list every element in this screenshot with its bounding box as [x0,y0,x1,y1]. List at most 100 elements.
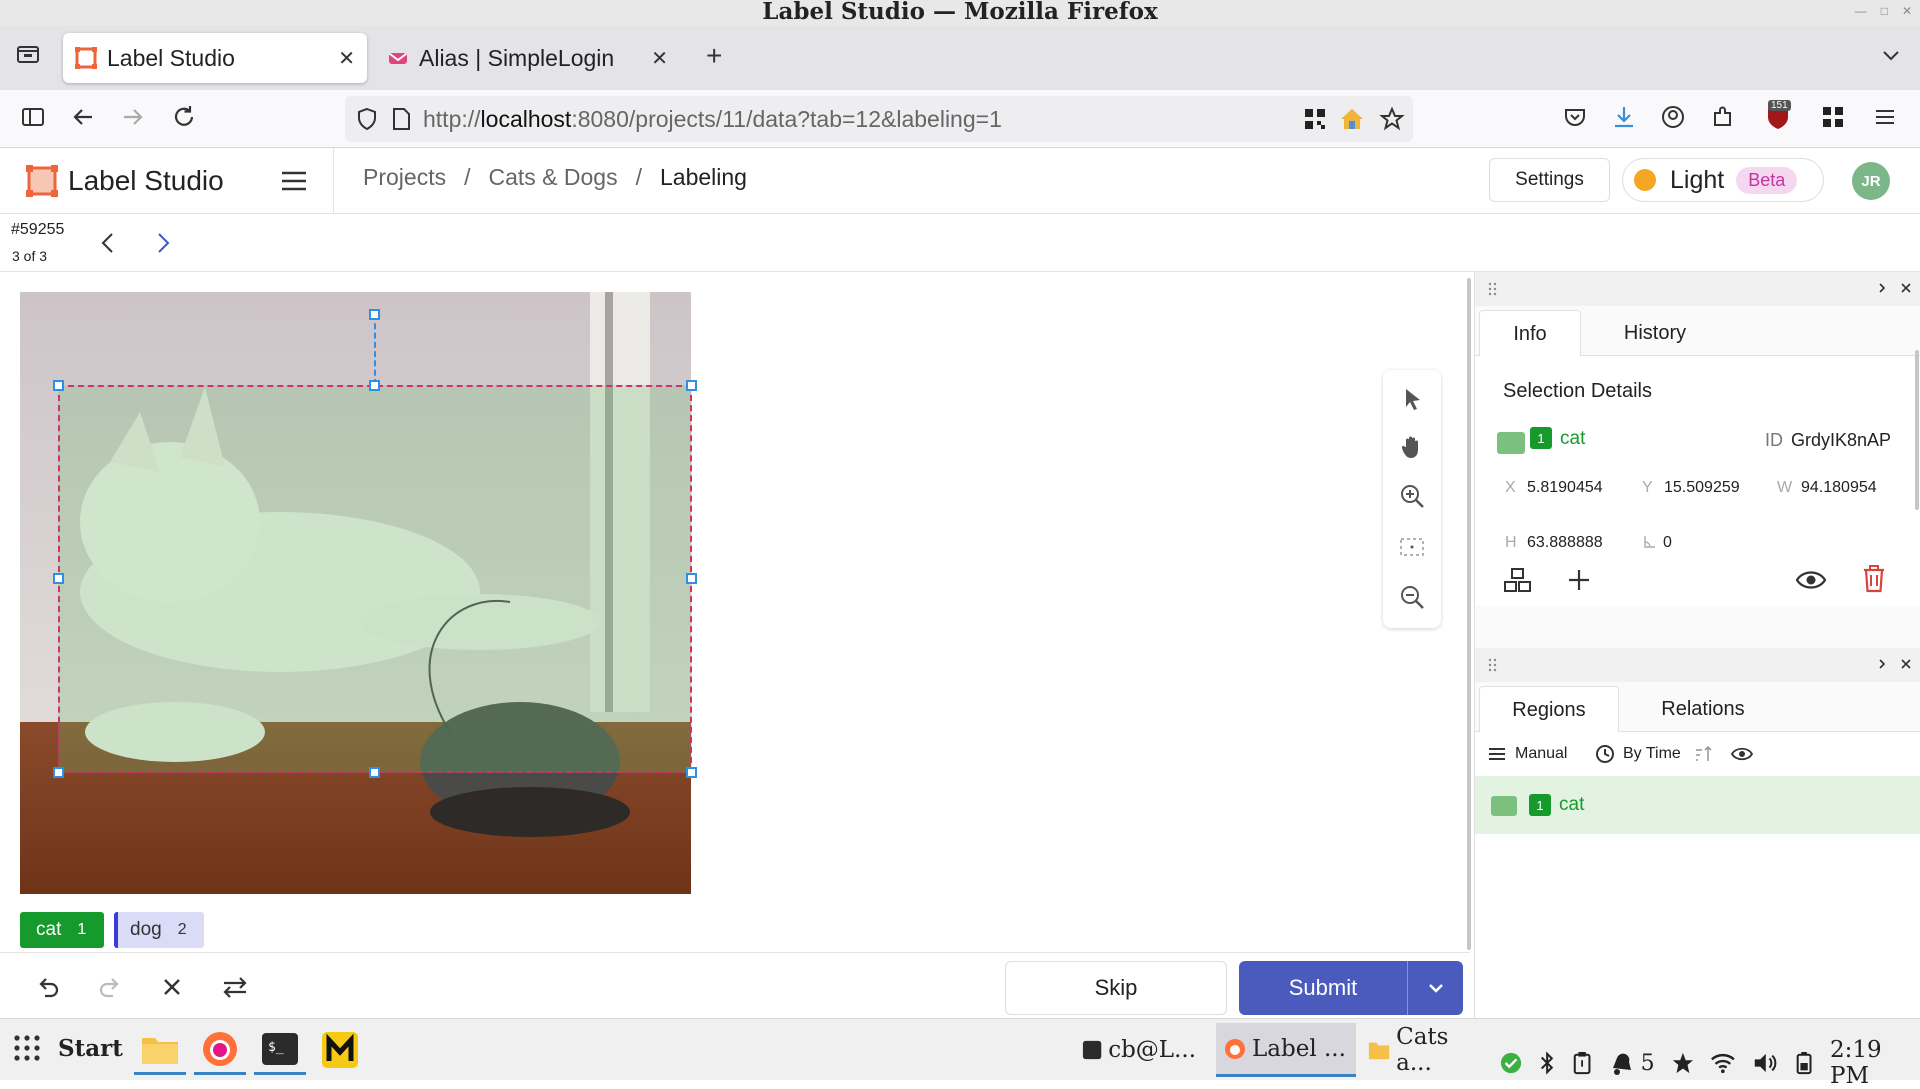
theme-toggle[interactable]: Light Beta [1622,158,1824,202]
resize-handle[interactable] [686,380,697,391]
app-menu-icon[interactable] [1872,104,1902,134]
forward-icon[interactable] [120,104,150,134]
submit-options-chevron-icon[interactable] [1408,978,1463,998]
settings-button[interactable]: Settings [1489,158,1610,202]
extensions-puzzle-icon[interactable] [1710,104,1740,134]
tab-regions[interactable]: Regions [1479,686,1619,733]
coord-h-input[interactable]: 63.888888 [1527,534,1622,552]
collapse-panel-icon[interactable] [1875,656,1889,672]
sort-direction-icon[interactable] [1693,744,1713,764]
coord-angle-input[interactable]: 0 [1663,534,1693,552]
list-item[interactable]: 1 cat [1475,776,1920,834]
main-menu-icon[interactable] [280,167,308,195]
sort-by-time-button[interactable]: By Time [1595,744,1681,764]
panel-scrollbar[interactable] [1915,350,1919,510]
sort-manual-button[interactable]: Manual [1487,744,1567,764]
mail-app-icon[interactable] [314,1025,366,1075]
close-panel-icon[interactable] [1899,656,1913,672]
pan-hand-icon[interactable] [1398,433,1426,461]
zoom-in-icon[interactable] [1398,482,1426,510]
visibility-eye-icon[interactable] [1795,566,1827,594]
tab-history[interactable]: History [1581,310,1729,357]
swap-arrows-icon[interactable] [221,973,249,1001]
notifications-indicator[interactable]: 5 [1609,1050,1655,1076]
coord-w-input[interactable]: 94.180954 [1801,479,1896,497]
zoom-to-fit-icon[interactable] [1398,533,1426,561]
ublock-icon[interactable]: 151 [1764,100,1794,130]
tab-overview-icon[interactable] [14,40,42,68]
canvas-scrollbar[interactable] [1467,278,1471,950]
resize-handle[interactable] [686,573,697,584]
taskbar-window-firefox[interactable]: Label ... [1216,1023,1356,1077]
breadcrumb-project[interactable]: Cats & Dogs [488,164,617,191]
resize-handle[interactable] [369,380,380,391]
list-all-tabs-icon[interactable] [1880,44,1902,66]
account-icon[interactable] [1660,104,1690,134]
toggle-all-visibility-eye-icon[interactable] [1731,744,1753,764]
tab-simplelogin[interactable]: Alias | SimpleLogin ✕ [375,33,680,83]
close-tab-icon[interactable]: ✕ [651,46,668,71]
resize-handle[interactable] [53,573,64,584]
collapse-panel-icon[interactable] [1875,280,1889,296]
check-icon[interactable] [1500,1051,1522,1075]
close-panel-icon[interactable] [1899,280,1913,296]
extension-grid-icon[interactable] [1820,104,1850,134]
tracking-protection-shield-icon[interactable] [355,107,379,131]
resize-handle[interactable] [53,380,64,391]
label-chip-dog[interactable]: dog 2 [114,912,204,948]
redo-icon[interactable] [96,973,124,1001]
resize-handle[interactable] [53,767,64,778]
breadcrumb-projects[interactable]: Projects [363,164,446,191]
skip-button[interactable]: Skip [1005,961,1227,1015]
resize-handle[interactable] [686,767,697,778]
home-extension-icon[interactable] [1339,106,1365,132]
maximize-button[interactable]: □ [1881,4,1888,18]
wifi-icon[interactable] [1710,1051,1736,1075]
label-chip-cat[interactable]: cat 1 [20,912,104,948]
drag-handle-icon[interactable] [1487,281,1501,297]
zoom-out-icon[interactable] [1398,583,1426,611]
bluetooth-icon[interactable] [1538,1050,1556,1076]
prev-task-icon[interactable] [97,230,119,256]
tab-relations[interactable]: Relations [1619,686,1787,733]
close-tab-icon[interactable]: ✕ [338,46,355,71]
relations-link-icon[interactable] [1501,564,1533,596]
app-logo[interactable]: Label Studio [26,165,224,197]
undo-icon[interactable] [34,973,62,1001]
select-pointer-icon[interactable] [1398,385,1426,413]
qr-code-icon[interactable] [1303,107,1327,131]
new-tab-icon[interactable]: + [706,40,722,72]
clipboard-icon[interactable] [1572,1050,1592,1076]
region-bbox-cat[interactable] [58,385,692,773]
sidebar-toggle-icon[interactable] [20,104,50,134]
add-meta-plus-icon[interactable] [1565,566,1593,594]
downloads-icon[interactable] [1611,104,1641,134]
volume-icon[interactable] [1752,1050,1778,1076]
tab-info[interactable]: Info [1479,310,1581,357]
star-icon[interactable] [1671,1050,1695,1076]
close-window-button[interactable]: ✕ [1902,4,1912,18]
coord-y-input[interactable]: 15.509259 [1664,479,1759,497]
minimize-button[interactable]: — [1855,4,1867,18]
tab-label-studio[interactable]: Label Studio ✕ [63,33,367,83]
page-info-icon[interactable] [391,107,411,131]
taskbar-window-terminal[interactable]: cb@L... [1074,1023,1204,1077]
firefox-app-icon[interactable] [194,1025,246,1075]
reset-x-icon[interactable] [158,973,186,1001]
files-app-icon[interactable] [134,1025,186,1075]
back-icon[interactable] [70,104,100,134]
drag-handle-icon[interactable] [1487,657,1501,673]
bookmark-star-icon[interactable] [1379,106,1405,132]
pocket-icon[interactable] [1562,104,1592,134]
url-bar[interactable]: http://localhost:8080/projects/11/data?t… [345,96,1413,142]
submit-button[interactable]: Submit [1239,961,1463,1015]
rotate-handle[interactable] [369,309,380,320]
avatar[interactable]: JR [1852,162,1890,200]
battery-icon[interactable] [1794,1050,1814,1076]
coord-x-input[interactable]: 5.8190454 [1527,479,1622,497]
delete-trash-icon[interactable] [1861,564,1887,594]
reload-icon[interactable] [171,104,201,134]
taskbar-window-files[interactable]: Cats a... [1360,1023,1492,1077]
resize-handle[interactable] [369,767,380,778]
next-task-icon[interactable] [152,230,174,256]
